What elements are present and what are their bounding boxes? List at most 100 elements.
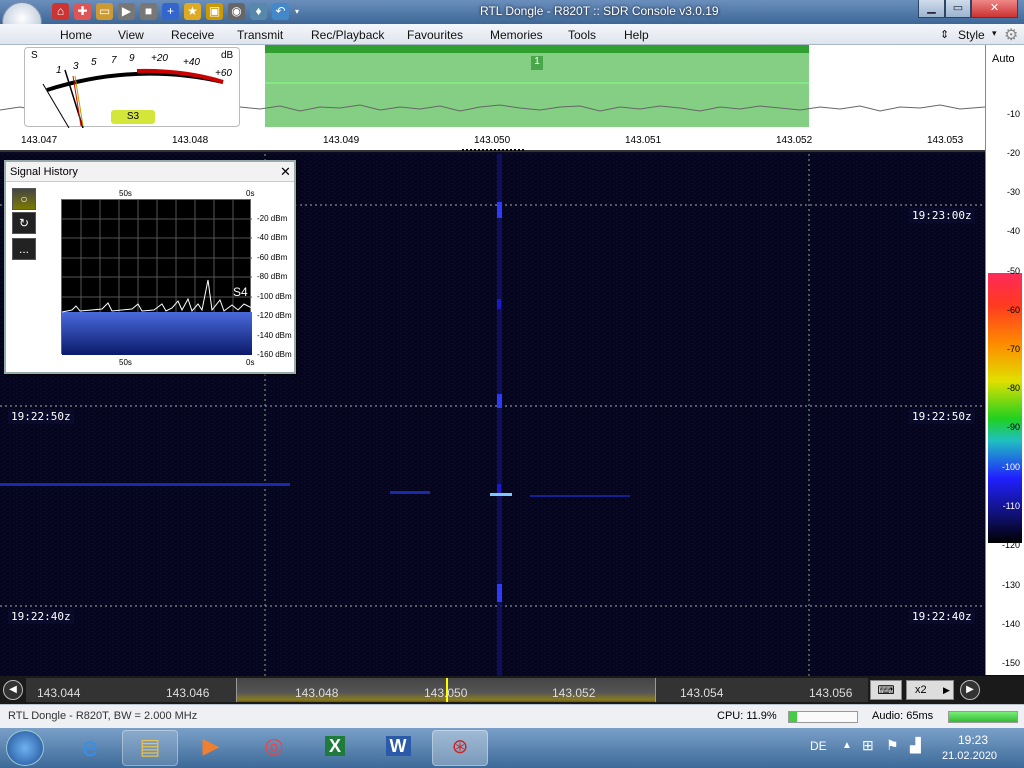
home-icon[interactable]: ⌂: [52, 3, 69, 20]
db-tick: -70: [1006, 344, 1020, 354]
internet-explorer-icon[interactable]: e: [62, 730, 118, 766]
db-label: dB: [221, 50, 234, 61]
usb-icon[interactable]: ⊞: [862, 737, 874, 754]
add-icon[interactable]: +: [162, 3, 179, 20]
freq-tick: 143.050: [474, 135, 511, 146]
play-icon[interactable]: ▶: [118, 3, 135, 20]
s-reading: S4: [233, 285, 248, 299]
freq-tick: 143.053: [927, 135, 964, 146]
overview-freq: 143.050: [424, 686, 468, 700]
menu-rec-playback[interactable]: Rec/Playback: [311, 28, 384, 42]
menu-favourites[interactable]: Favourites: [407, 28, 463, 42]
keyboard-icon[interactable]: ⌨: [870, 680, 902, 700]
dbm-tick: -20 dBm: [257, 214, 288, 223]
sdr-console-icon[interactable]: ⊛: [432, 730, 488, 766]
auto-button[interactable]: Auto: [992, 53, 1015, 65]
time-left-label: 50s: [119, 358, 132, 367]
menu-memories[interactable]: Memories: [490, 28, 543, 42]
dbm-tick: -60 dBm: [257, 253, 288, 262]
more-button[interactable]: ...: [12, 238, 36, 260]
overview-freq: 143.056: [809, 686, 853, 700]
language-indicator[interactable]: DE: [810, 739, 827, 753]
dbm-tick: -80 dBm: [257, 272, 288, 281]
word-icon[interactable]: W: [370, 730, 426, 766]
time-label: 19:22:40z: [8, 609, 74, 624]
explorer-icon[interactable]: ▤: [122, 730, 178, 766]
db-tick: -140: [1001, 619, 1020, 629]
cpu-meter-fill: [789, 712, 798, 722]
clock-date[interactable]: 21.02.2020: [942, 750, 997, 762]
freq-tick: 143.052: [776, 135, 813, 146]
s-tick: 5: [91, 57, 97, 68]
menu-help[interactable]: Help: [624, 28, 649, 42]
menu-transmit[interactable]: Transmit: [237, 28, 283, 42]
s-meter: S dB 1 3 5 7 9 +20 +40 +60 S3: [24, 47, 240, 128]
clock-time[interactable]: 19:23: [958, 733, 988, 747]
menu-view[interactable]: View: [118, 28, 144, 42]
dbm-tick: -160 dBm: [257, 350, 292, 359]
db-tick: -10: [1006, 109, 1020, 119]
menu-home[interactable]: Home: [60, 28, 92, 42]
network-icon[interactable]: ▟: [910, 737, 921, 754]
style-icon[interactable]: ⇕: [940, 28, 949, 41]
flag-icon[interactable]: ⚑: [886, 737, 899, 754]
audio-meter: [948, 711, 1018, 723]
title-bar: ⌂ ✚ ▭ ▶ ■ + ★ ▣ ◉ ♦ ↶ ▾ RTL Dongle - R82…: [0, 0, 1024, 42]
camera-icon[interactable]: ◉: [228, 3, 245, 20]
menu-bar: Home View Receive Transmit Rec/Playback …: [0, 24, 1024, 45]
start-button[interactable]: [6, 730, 44, 766]
close-button[interactable]: ✕: [971, 0, 1018, 18]
db-scale[interactable]: Auto -10 -20 -30 -40 -50 -60 -70 -80 -90…: [985, 45, 1024, 675]
scroll-left-button[interactable]: ◀: [3, 680, 23, 700]
chevron-down-icon[interactable]: ▾: [292, 3, 302, 20]
refresh-button[interactable]: ↻: [12, 212, 36, 234]
frequency-axis[interactable]: 143.047 143.048 143.049 143.050 143.051 …: [0, 130, 985, 152]
gear-icon[interactable]: ⚙: [1004, 25, 1018, 45]
signal-history-panel: Signal History ✕ ○ ↻ ... 50s 0s 50s 0s S…: [4, 160, 296, 374]
db-tick: -100: [1001, 462, 1020, 472]
time-label: 19:22:50z: [909, 409, 975, 424]
s-tick: +40: [183, 57, 200, 68]
minimize-button[interactable]: ▁: [918, 0, 945, 18]
db-tick: -150: [1001, 658, 1020, 668]
chevron-up-icon[interactable]: ▲: [842, 740, 852, 751]
window-title: RTL Dongle - R820T :: SDR Console v3.0.1…: [480, 4, 719, 18]
status-bar: RTL Dongle - R820T, BW = 2.000 MHz CPU: …: [0, 704, 1024, 728]
zoom-select[interactable]: x2 ▶: [906, 680, 954, 700]
record-button[interactable]: ○: [12, 188, 36, 210]
passband-marker[interactable]: 1: [531, 56, 543, 70]
chrome-icon[interactable]: ◎: [246, 730, 302, 766]
spectrum-display[interactable]: 1 S dB 1 3 5 7 9 +20 +40 +60 S3: [0, 45, 985, 130]
s-tick: +60: [215, 68, 232, 79]
s-tick: 1: [56, 65, 62, 76]
menu-tools[interactable]: Tools: [568, 28, 596, 42]
overview-freq: 143.044: [37, 686, 81, 700]
close-icon[interactable]: ✕: [280, 164, 291, 180]
stop-icon[interactable]: ■: [140, 3, 157, 20]
db-tick: -20: [1006, 148, 1020, 158]
lock-icon[interactable]: ▣: [206, 3, 223, 20]
overview-bar[interactable]: ◀ 143.044 143.046 143.048 143.050 143.05…: [0, 676, 1024, 704]
db-tick: -80: [1006, 383, 1020, 393]
media-player-icon[interactable]: ▶: [183, 730, 239, 766]
audio-status: Audio: 65ms: [872, 710, 934, 722]
excel-icon[interactable]: X: [307, 730, 363, 766]
undo-icon[interactable]: ↶: [272, 3, 289, 20]
style-menu[interactable]: Style: [958, 28, 985, 42]
splitter-handle[interactable]: [462, 149, 524, 151]
maximize-button[interactable]: ▭: [945, 0, 971, 18]
help-icon[interactable]: ✚: [74, 3, 91, 20]
db-tick: -110: [1002, 501, 1020, 511]
menu-receive[interactable]: Receive: [171, 28, 214, 42]
time-label: 19:22:50z: [8, 409, 74, 424]
taskbar: e ▤ ▶ ◎ X W ⊛ DE ▲ ⊞ ⚑ ▟ 19:23 21.02.202…: [0, 728, 1024, 768]
panel-title: Signal History: [10, 166, 78, 178]
chevron-down-icon[interactable]: ▾: [992, 28, 997, 39]
freq-tick: 143.051: [625, 135, 662, 146]
chevron-right-icon: ▶: [943, 685, 950, 695]
star-icon[interactable]: ★: [184, 3, 201, 20]
drop-icon[interactable]: ♦: [250, 3, 267, 20]
folder-icon[interactable]: ▭: [96, 3, 113, 20]
scroll-right-button[interactable]: ▶: [960, 680, 980, 700]
time-label: 19:23:00z: [909, 208, 975, 223]
